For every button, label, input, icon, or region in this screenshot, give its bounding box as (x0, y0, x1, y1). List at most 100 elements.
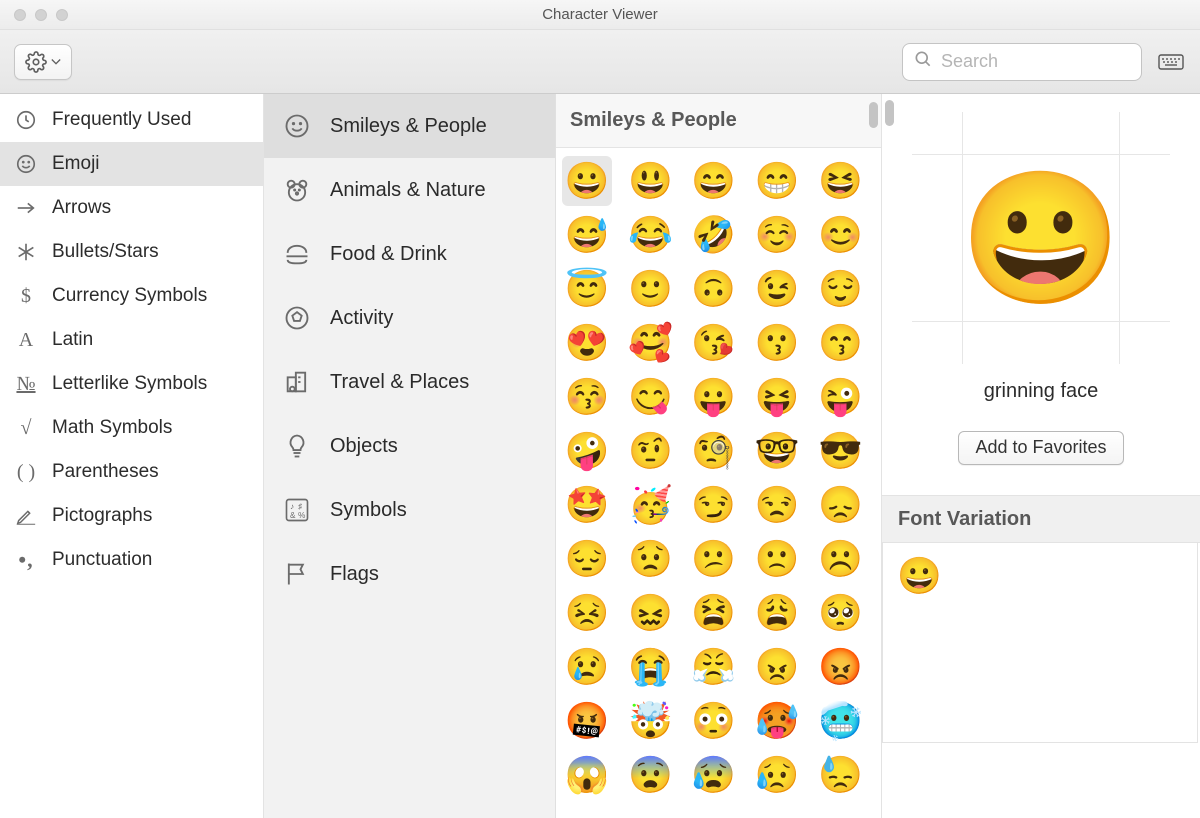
emoji-cell[interactable]: 😗 (752, 318, 802, 368)
emoji-cell[interactable]: 😓 (816, 750, 866, 800)
emoji-cell[interactable]: 😡 (816, 642, 866, 692)
svg-text:♪: ♪ (290, 502, 294, 511)
emoji-cell[interactable]: 😖 (625, 588, 675, 638)
emoji-cell[interactable]: 😌 (816, 264, 866, 314)
emoji-cell[interactable]: 😋 (625, 372, 675, 422)
emoji-cell[interactable]: 😠 (752, 642, 802, 692)
detail-scrollbar-thumb[interactable] (885, 100, 894, 126)
preview-glyph: 😀 (960, 173, 1122, 303)
emoji-cell[interactable]: ☺️ (752, 210, 802, 260)
sidebar-item-math[interactable]: √ Math Symbols (0, 406, 263, 450)
font-variation-glyph[interactable]: 😀 (897, 555, 942, 596)
sidebar-item-latin[interactable]: A Latin (0, 318, 263, 362)
search-input[interactable] (941, 51, 1131, 72)
subcategory-activity[interactable]: Activity (264, 286, 555, 350)
emoji-cell[interactable]: 🤩 (562, 480, 612, 530)
sidebar-item-bullets-stars[interactable]: Bullets/Stars (0, 230, 263, 274)
sidebar-item-frequently-used[interactable]: Frequently Used (0, 98, 263, 142)
emoji-cell[interactable]: 😄 (689, 156, 739, 206)
emoji-cell[interactable]: 😭 (625, 642, 675, 692)
main-content: Frequently Used Emoji Arrows Bullets/Sta… (0, 94, 1200, 818)
emoji-cell[interactable]: 😰 (689, 750, 739, 800)
emoji-cell[interactable]: 😒 (752, 480, 802, 530)
window-controls (0, 9, 68, 21)
emoji-cell[interactable]: 😔 (562, 534, 612, 584)
emoji-cell[interactable]: 😁 (752, 156, 802, 206)
sidebar-item-parentheses[interactable]: ( ) Parentheses (0, 450, 263, 494)
emoji-cell[interactable]: 😃 (625, 156, 675, 206)
search-field[interactable] (902, 43, 1142, 81)
emoji-cell[interactable]: 😨 (625, 750, 675, 800)
subcategory-animals-nature[interactable]: Animals & Nature (264, 158, 555, 222)
emoji-cell[interactable]: 😂 (625, 210, 675, 260)
sidebar-item-emoji[interactable]: Emoji (0, 142, 263, 186)
emoji-cell[interactable]: 😱 (562, 750, 612, 800)
emoji-cell[interactable]: 🤪 (562, 426, 612, 476)
sidebar-item-letterlike[interactable]: № Letterlike Symbols (0, 362, 263, 406)
settings-menu-button[interactable] (14, 44, 72, 80)
svg-text:%: % (298, 511, 305, 520)
zoom-window-button[interactable] (56, 9, 68, 21)
emoji-cell[interactable]: 😇 (562, 264, 612, 314)
emoji-cell[interactable]: 😕 (689, 534, 739, 584)
close-window-button[interactable] (14, 9, 26, 21)
subcategory-smileys-people[interactable]: Smileys & People (264, 94, 555, 158)
emoji-cell[interactable]: 🤯 (625, 696, 675, 746)
emoji-cell[interactable]: 🥵 (752, 696, 802, 746)
subcategory-food-drink[interactable]: Food & Drink (264, 222, 555, 286)
emoji-cell[interactable]: 😅 (562, 210, 612, 260)
emoji-cell[interactable]: 😊 (816, 210, 866, 260)
emoji-cell[interactable]: 🤨 (625, 426, 675, 476)
emoji-cell[interactable]: 🥳 (625, 480, 675, 530)
emoji-cell[interactable]: 😫 (689, 588, 739, 638)
emoji-cell[interactable]: 😛 (689, 372, 739, 422)
minimize-window-button[interactable] (35, 9, 47, 21)
emoji-cell[interactable]: 😍 (562, 318, 612, 368)
character-name: grinning face (984, 380, 1099, 403)
keyboard-viewer-button[interactable] (1156, 48, 1186, 76)
emoji-cell[interactable]: 🥺 (816, 588, 866, 638)
emoji-cell[interactable]: 😥 (752, 750, 802, 800)
subcategory-flags[interactable]: Flags (264, 542, 555, 606)
emoji-cell[interactable]: 🙂 (625, 264, 675, 314)
subcategory-travel-places[interactable]: Travel & Places (264, 350, 555, 414)
emoji-cell[interactable]: ☹️ (816, 534, 866, 584)
emoji-cell[interactable]: 😙 (816, 318, 866, 368)
category-sidebar: Frequently Used Emoji Arrows Bullets/Sta… (0, 94, 264, 818)
emoji-cell[interactable]: 🤬 (562, 696, 612, 746)
emoji-cell[interactable]: 😣 (562, 588, 612, 638)
emoji-cell[interactable]: 😳 (689, 696, 739, 746)
subcategory-label: Activity (330, 307, 393, 330)
emoji-cell[interactable]: 😚 (562, 372, 612, 422)
gear-icon (25, 51, 47, 73)
emoji-cell[interactable]: 😘 (689, 318, 739, 368)
sidebar-item-punctuation[interactable]: •, Punctuation (0, 538, 263, 582)
chevron-down-icon (51, 57, 61, 67)
emoji-cell[interactable]: 🙃 (689, 264, 739, 314)
subcategory-objects[interactable]: Objects (264, 414, 555, 478)
sidebar-item-currency[interactable]: $ Currency Symbols (0, 274, 263, 318)
emoji-cell[interactable]: 😢 (562, 642, 612, 692)
emoji-cell[interactable]: 😟 (625, 534, 675, 584)
emoji-cell[interactable]: 😤 (689, 642, 739, 692)
add-to-favorites-button[interactable]: Add to Favorites (958, 431, 1123, 465)
emoji-cell[interactable]: 😩 (752, 588, 802, 638)
grid-scrollbar-thumb[interactable] (869, 102, 878, 128)
emoji-cell[interactable]: 😜 (816, 372, 866, 422)
emoji-cell[interactable]: 😎 (816, 426, 866, 476)
emoji-cell[interactable]: 😀 (562, 156, 612, 206)
emoji-cell[interactable]: 🥰 (625, 318, 675, 368)
emoji-cell[interactable]: 🙁 (752, 534, 802, 584)
sidebar-item-pictographs[interactable]: Pictographs (0, 494, 263, 538)
emoji-cell[interactable]: 🧐 (689, 426, 739, 476)
emoji-cell[interactable]: 😝 (752, 372, 802, 422)
emoji-cell[interactable]: 😞 (816, 480, 866, 530)
emoji-cell[interactable]: 🤓 (752, 426, 802, 476)
emoji-cell[interactable]: 😉 (752, 264, 802, 314)
emoji-cell[interactable]: 😆 (816, 156, 866, 206)
emoji-cell[interactable]: 😏 (689, 480, 739, 530)
subcategory-symbols[interactable]: ♪♯&% Symbols (264, 478, 555, 542)
sidebar-item-arrows[interactable]: Arrows (0, 186, 263, 230)
emoji-cell[interactable]: 🤣 (689, 210, 739, 260)
emoji-cell[interactable]: 🥶 (816, 696, 866, 746)
